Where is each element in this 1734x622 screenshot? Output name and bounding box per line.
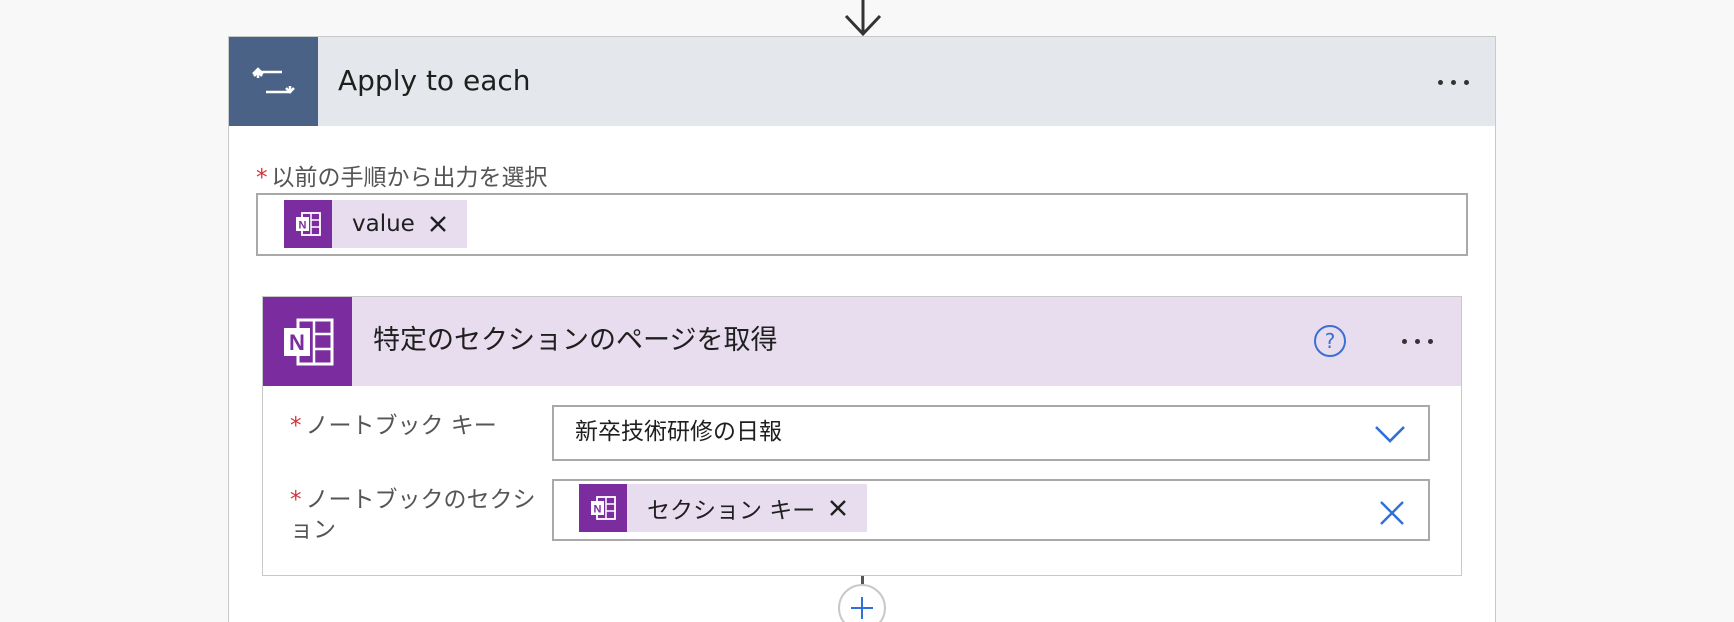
svg-text:N: N	[594, 504, 602, 516]
notebook-key-value: 新卒技術研修の日報	[575, 419, 782, 445]
loop-icon	[229, 37, 318, 126]
apply-to-each-title: Apply to each	[338, 64, 531, 97]
arrow-down-icon	[844, 0, 882, 37]
notebook-section-label-line2: ョン	[290, 517, 336, 543]
svg-text:N: N	[299, 220, 307, 232]
more-dot	[1401, 338, 1407, 344]
required-mark: *	[290, 413, 302, 439]
get-section-pages-more-button[interactable]	[1393, 326, 1441, 356]
get-section-pages-header[interactable]: N 特定のセクションのページを取得 ?	[263, 297, 1461, 386]
value-token-remove-icon[interactable]	[425, 211, 451, 237]
notebook-section-label: * ノートブックのセクシ	[290, 485, 536, 515]
more-dot	[1437, 79, 1443, 85]
more-dot	[1414, 338, 1420, 344]
apply-to-each-more-button[interactable]	[1429, 67, 1477, 97]
onenote-icon: N	[579, 484, 627, 532]
onenote-icon: N	[263, 297, 352, 386]
required-mark: *	[290, 487, 302, 513]
onenote-icon: N	[284, 200, 332, 248]
output-select-input[interactable]: N value	[256, 193, 1468, 256]
plus-icon	[851, 597, 873, 619]
notebook-key-label: * ノートブック キー	[290, 411, 497, 441]
notebook-section-input[interactable]: N セクション キー	[552, 479, 1430, 541]
notebook-section-label-line1: ノートブックのセクシ	[305, 487, 536, 513]
value-token-text: value	[352, 211, 415, 237]
section-key-token-text: セクション キー	[647, 498, 816, 524]
get-section-pages-title: 特定のセクションのページを取得	[373, 325, 778, 356]
notebook-key-label-text: ノートブック キー	[305, 413, 497, 439]
output-field-label-text: 以前の手順から出力を選択	[271, 165, 548, 191]
section-key-token-remove-icon[interactable]	[825, 495, 851, 521]
more-dot	[1463, 79, 1469, 85]
flow-canvas: Apply to each * 以前の手順から出力を選択 N value N 特…	[0, 0, 1734, 622]
svg-text:N: N	[289, 330, 305, 355]
help-icon[interactable]: ?	[1314, 325, 1346, 357]
notebook-section-label-continued: ョン	[290, 515, 336, 545]
output-field-label: * 以前の手順から出力を選択	[256, 163, 548, 193]
clear-field-icon[interactable]	[1378, 499, 1406, 527]
more-dot	[1427, 338, 1433, 344]
get-section-pages-card: N 特定のセクションのページを取得 ? * ノートブック キー 新卒技術研修の日報…	[262, 296, 1462, 576]
value-token[interactable]: N value	[284, 200, 467, 248]
more-dot	[1450, 79, 1456, 85]
required-mark: *	[256, 165, 268, 191]
apply-to-each-header[interactable]: Apply to each	[229, 37, 1495, 126]
chevron-down-icon[interactable]	[1372, 421, 1408, 447]
section-key-token[interactable]: N セクション キー	[579, 484, 868, 532]
notebook-key-select[interactable]: 新卒技術研修の日報	[552, 405, 1430, 461]
